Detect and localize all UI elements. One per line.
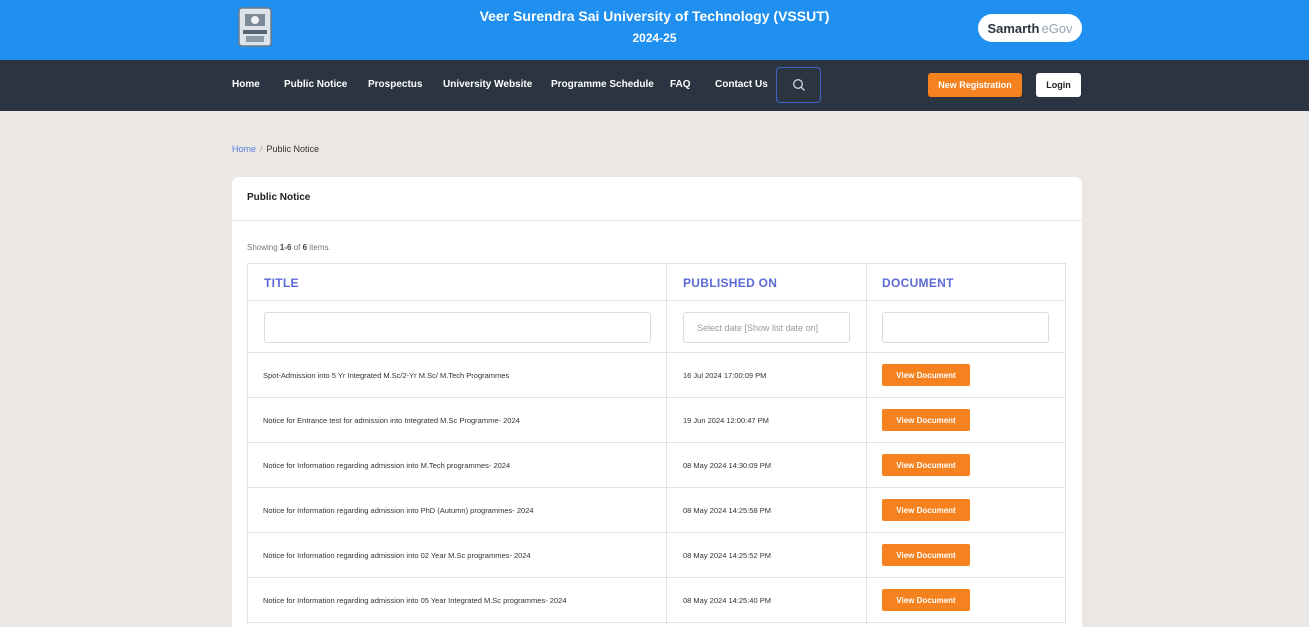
summary-suffix: items. [307,243,331,252]
row-divider [248,622,1065,623]
public-notice-card: Public Notice Showing 1-6 of 6 items. TI… [232,177,1082,627]
summary-range: 1-6 [279,243,292,252]
date-filter-input[interactable]: Select date [Show list date on] [683,312,850,343]
view-document-button[interactable]: View Document [882,454,970,476]
search-button[interactable] [776,67,821,103]
row-divider [248,532,1065,533]
notice-date: 08 May 2024 14:25:40 PM [683,596,771,605]
title-filter-input[interactable] [264,312,651,343]
samarth-egov-logo[interactable]: Samarth eGov [978,14,1082,42]
notice-title: Notice for Information regarding admissi… [263,461,511,470]
column-header-title[interactable]: TITLE [264,276,299,290]
view-document-button[interactable]: View Document [882,589,970,611]
egov-logo-text: eGov [1041,20,1073,36]
nav-faq[interactable]: FAQ [670,79,691,90]
card-header: Public Notice [232,177,1082,221]
notice-title: Notice for Information regarding admissi… [263,506,534,515]
breadcrumb-separator: / [260,144,263,154]
view-document-button[interactable]: View Document [882,544,970,566]
summary-prefix: Showing [247,243,280,252]
notice-date: 08 May 2024 14:30:09 PM [683,461,771,470]
university-name: Veer Surendra Sai University of Technolo… [479,8,830,24]
column-divider [866,264,867,624]
nav-programme-schedule[interactable]: Programme Schedule [551,79,654,90]
summary-mid: of [291,243,303,252]
column-header-published-on[interactable]: PUBLISHED ON [683,276,777,290]
nav-public-notice[interactable]: Public Notice [284,79,347,90]
row-divider [248,300,1065,301]
top-header: Veer Surendra Sai University of Technolo… [0,0,1309,60]
notice-date: 08 May 2024 14:25:52 PM [683,551,771,560]
document-filter-input[interactable] [882,312,1049,343]
nav-university-website[interactable]: University Website [443,79,532,90]
samarth-logo-text: Samarth [987,20,1040,36]
notice-table: TITLE PUBLISHED ON DOCUMENT Select date … [247,263,1066,624]
view-document-button[interactable]: View Document [882,364,970,386]
column-header-document: DOCUMENT [882,276,954,290]
row-divider [248,442,1065,443]
notice-date: 19 Jun 2024 12:00:47 PM [683,416,769,425]
row-divider [248,577,1065,578]
row-divider [248,397,1065,398]
notice-date: 16 Jul 2024 17:00:09 PM [683,371,767,380]
login-button[interactable]: Login [1036,73,1081,97]
nav-prospectus[interactable]: Prospectus [368,79,422,90]
academic-year: 2024-25 [632,31,677,45]
row-divider [248,352,1065,353]
search-icon [792,79,805,91]
column-divider [666,264,667,624]
new-registration-button[interactable]: New Registration [928,73,1022,97]
breadcrumb: Home / Public Notice [232,144,319,154]
notice-title: Notice for Entrance test for admission i… [263,416,520,425]
row-divider [248,487,1065,488]
notice-date: 08 May 2024 14:25:58 PM [683,506,771,515]
main-navbar [0,60,1309,111]
results-summary: Showing 1-6 of 6 items. [247,243,331,252]
notice-title: Notice for Information regarding admissi… [263,596,567,605]
nav-contact-us[interactable]: Contact Us [715,79,768,90]
view-document-button[interactable]: View Document [882,409,970,431]
notice-title: Notice for Information regarding admissi… [263,551,531,560]
view-document-button[interactable]: View Document [882,499,970,521]
breadcrumb-home-link[interactable]: Home [232,144,256,154]
nav-home[interactable]: Home [232,79,260,90]
breadcrumb-current: Public Notice [266,144,320,154]
card-title: Public Notice [247,192,311,203]
notice-title: Spot-Admission into 5 Yr Integrated M.Sc… [263,371,510,380]
